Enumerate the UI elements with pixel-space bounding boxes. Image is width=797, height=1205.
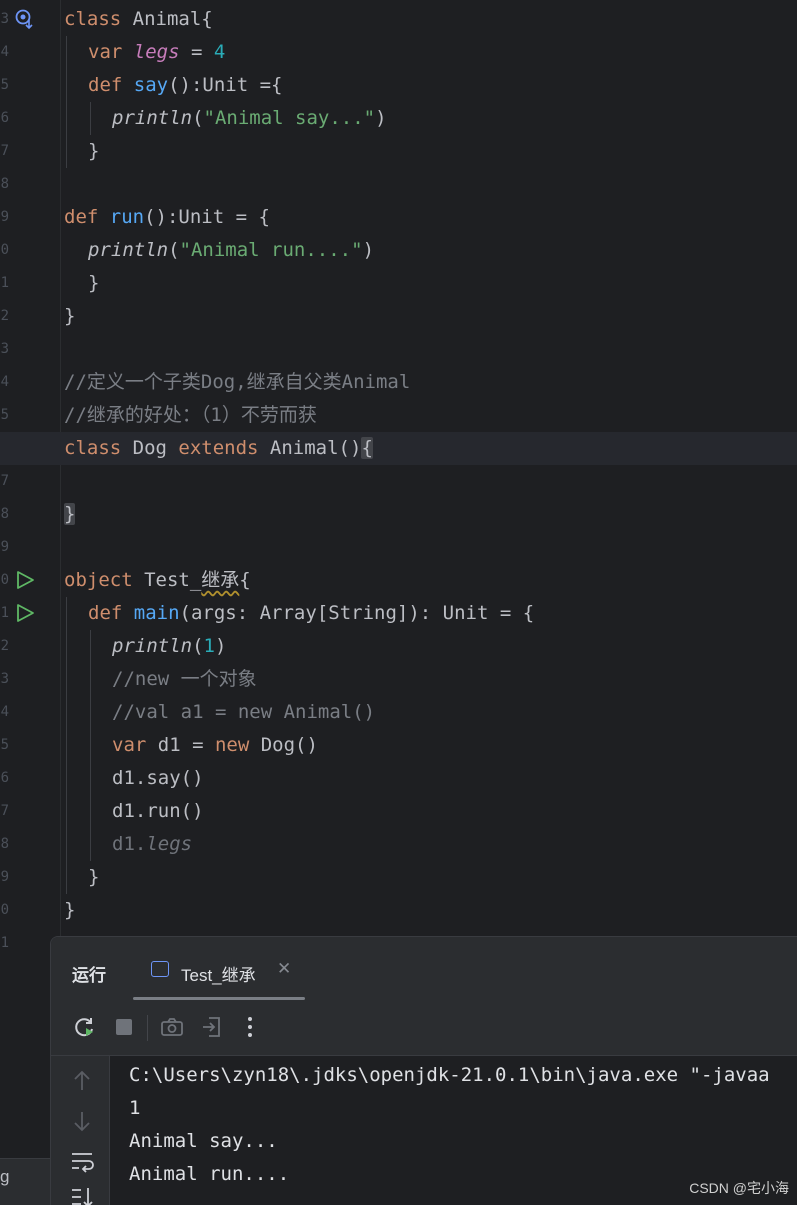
code-line: d1.legs xyxy=(112,833,193,855)
code-line: println("Animal say...") xyxy=(112,107,387,129)
line-number: 3 xyxy=(0,11,9,27)
more-options-icon[interactable] xyxy=(237,1014,263,1040)
close-icon[interactable]: ✕ xyxy=(277,959,291,979)
line-number: 5 xyxy=(0,737,9,753)
line-number: 7 xyxy=(0,803,9,819)
line-number: 3 xyxy=(0,341,9,357)
code-line: var legs = 4 xyxy=(88,41,226,63)
scroll-to-end-icon[interactable] xyxy=(69,1184,95,1205)
code-line: class Animal{ xyxy=(64,8,213,30)
camera-icon[interactable] xyxy=(159,1014,185,1040)
line-number: 9 xyxy=(0,209,9,225)
code-line: d1.say() xyxy=(112,767,204,789)
console-line: C:\Users\zyn18\.jdks\openjdk-21.0.1\bin\… xyxy=(129,1064,770,1086)
line-number: 9 xyxy=(0,539,9,555)
line-number: 8 xyxy=(0,836,9,852)
line-number: 2 xyxy=(0,308,9,324)
code-comment: //val a1 = new Animal() xyxy=(112,701,376,723)
code-line: println(1) xyxy=(112,635,227,657)
console-line: Animal say... xyxy=(129,1130,278,1152)
console-icon xyxy=(151,961,169,977)
code-line: def run():Unit = { xyxy=(64,206,270,228)
run-panel-title: 运行 xyxy=(72,966,106,985)
line-number: 1 xyxy=(0,275,9,291)
console-output[interactable]: C:\Users\zyn18\.jdks\openjdk-21.0.1\bin\… xyxy=(129,1059,797,1191)
arrow-down-icon[interactable] xyxy=(69,1108,95,1134)
indent-guide xyxy=(66,36,67,168)
gutter-divider xyxy=(60,0,61,960)
arrow-up-icon[interactable] xyxy=(69,1068,95,1094)
line-number: 5 xyxy=(0,77,9,93)
code-line: } xyxy=(88,140,100,162)
indent-guide xyxy=(66,597,67,894)
console-side-toolbar xyxy=(51,1056,110,1205)
tab-label: Test_继承 xyxy=(181,966,256,985)
rerun-icon[interactable] xyxy=(71,1014,97,1040)
run-icon[interactable] xyxy=(14,602,36,624)
tab-test-inheritance[interactable]: Test_继承 ✕ xyxy=(133,937,305,1001)
indent-guide xyxy=(90,630,91,861)
run-toolbar xyxy=(51,1001,797,1056)
code-comment: //new 一个对象 xyxy=(112,668,257,690)
line-number: 6 xyxy=(0,770,9,786)
code-line: var d1 = new Dog() xyxy=(112,734,318,756)
run-icon[interactable] xyxy=(14,569,36,591)
line-number: 6 xyxy=(0,110,9,126)
status-bar-fragment: g xyxy=(0,1158,50,1205)
code-line: object Test_继承{ xyxy=(64,569,251,591)
line-number: 8 xyxy=(0,176,9,192)
line-number: 0 xyxy=(0,572,9,588)
indent-guide xyxy=(90,102,91,135)
toolbar-separator xyxy=(147,1015,148,1041)
line-number: 4 xyxy=(0,374,9,390)
active-tab-indicator xyxy=(133,997,305,1000)
code-editor[interactable]: 3 4 5 6 7 8 9 0 1 2 3 4 5 6 7 8 9 0 1 2 … xyxy=(0,0,797,960)
code-line: def main(args: Array[String]): Unit = { xyxy=(88,602,535,624)
code-line: } xyxy=(88,866,100,888)
line-number: 0 xyxy=(0,902,9,918)
stop-icon[interactable] xyxy=(111,1014,137,1040)
line-number: 7 xyxy=(0,473,9,489)
line-number: 1 xyxy=(0,935,9,951)
code-line: d1.run() xyxy=(112,800,204,822)
line-number: 2 xyxy=(0,638,9,654)
code-line: println("Animal run....") xyxy=(88,239,375,261)
status-text: g xyxy=(0,1167,10,1186)
code-line: class Dog extends Animal(){ xyxy=(64,437,373,459)
run-tool-window[interactable]: 运行 Test_继承 ✕ C:\Users\zyn18\.jdks\openjd… xyxy=(50,936,797,1205)
code-comment: //继承的好处：（1）不劳而获 xyxy=(64,404,317,426)
code-line: } xyxy=(64,503,76,525)
exit-icon[interactable] xyxy=(199,1014,225,1040)
line-number: 4 xyxy=(0,44,9,60)
line-number: 8 xyxy=(0,506,9,522)
run-panel-header: 运行 Test_继承 ✕ xyxy=(51,937,797,1001)
override-icon[interactable] xyxy=(14,8,36,30)
console-line: 1 xyxy=(129,1097,141,1119)
line-gutter: 3 4 5 6 7 8 9 0 1 2 3 4 5 6 7 8 9 0 1 2 … xyxy=(0,0,60,960)
line-number: 5 xyxy=(0,407,9,423)
code-line: def say():Unit ={ xyxy=(88,74,283,96)
code-line: } xyxy=(64,305,76,327)
line-number: 0 xyxy=(0,242,9,258)
line-number: 1 xyxy=(0,605,9,621)
line-number: 3 xyxy=(0,671,9,687)
code-comment: //定义一个子类Dog,继承自父类Animal xyxy=(64,371,411,393)
code-line: } xyxy=(88,272,100,294)
line-number: 4 xyxy=(0,704,9,720)
gutter-continuation xyxy=(0,960,50,1160)
code-line: } xyxy=(64,899,76,921)
watermark: CSDN @宅小海 xyxy=(689,1180,789,1196)
line-number: 7 xyxy=(0,143,9,159)
line-number: 9 xyxy=(0,869,9,885)
soft-wrap-icon[interactable] xyxy=(69,1148,95,1174)
